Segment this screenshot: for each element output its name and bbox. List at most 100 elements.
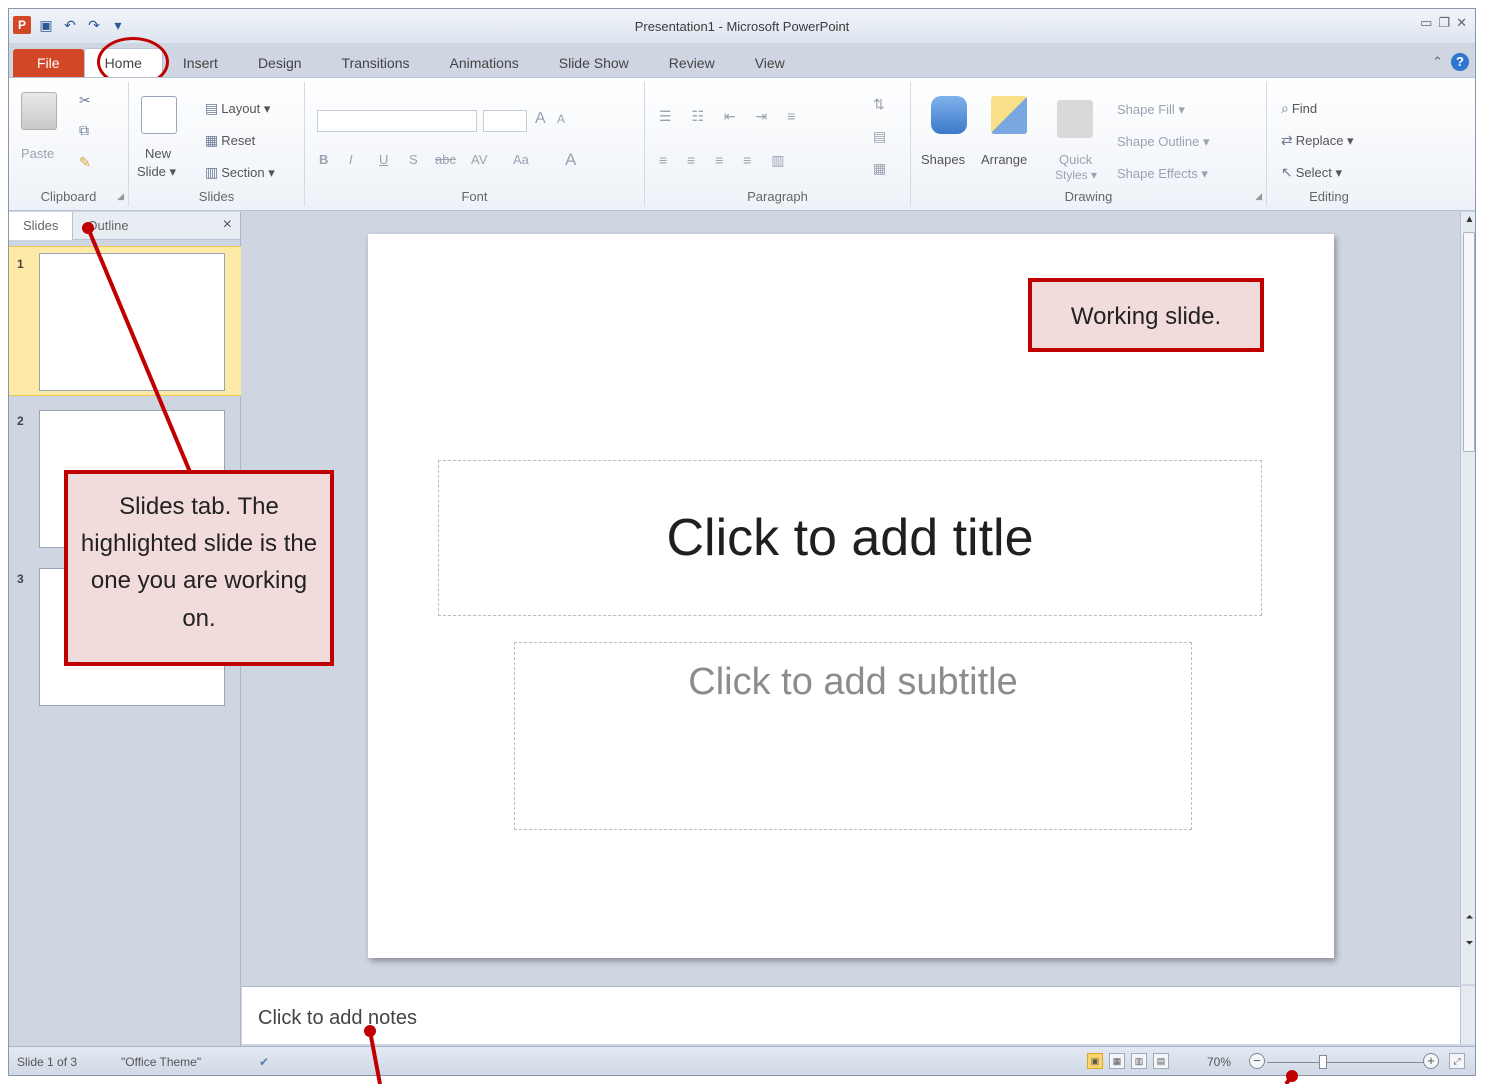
smartart-icon[interactable]: ▦ [873,160,886,177]
next-slide-icon[interactable]: ⏷ [1461,938,1475,949]
bold-button[interactable]: B [319,152,328,167]
shrink-font-button[interactable]: A [557,112,565,126]
quick-styles-icon[interactable] [1057,100,1093,138]
group-editing: ⌕ Find ⇄ Replace ▾ ↖ Select ▾ Editing [1267,82,1391,206]
select-button[interactable]: ↖ Select ▾ [1281,164,1342,181]
restore-icon[interactable]: ❐ [1438,15,1450,31]
select-label: Select ▾ [1295,164,1343,180]
shadow-button[interactable]: S [409,152,418,167]
quick-styles-label-1[interactable]: Quick [1059,152,1092,167]
tab-file[interactable]: File [13,49,84,77]
ribbon-right-controls: ⌃ ? [1432,53,1469,71]
tab-animations[interactable]: Animations [429,49,538,77]
font-size-combo[interactable] [483,110,527,132]
notes-placeholder[interactable]: Click to add notes [258,1007,417,1030]
new-slide-label-1[interactable]: New [145,146,171,161]
title-bar: P ▣ ↶ ↷ ▾ Presentation1 - Microsoft Powe… [9,9,1475,43]
dialog-launcher-icon[interactable]: ◢ [117,191,124,202]
underline-button[interactable]: U [379,152,388,167]
close-pane-icon[interactable]: × [223,216,232,234]
copy-icon[interactable]: ⧉ [79,122,89,139]
slide-counter: Slide 1 of 3 [17,1055,78,1069]
slide-number: 1 [17,257,24,271]
shape-outline-button[interactable]: Shape Outline ▾ [1117,134,1210,150]
section-button[interactable]: ▥ Section ▾ [205,164,275,181]
zoom-out-button[interactable]: − [1249,1053,1265,1069]
tab-outline[interactable]: Outline [73,212,142,240]
reset-button[interactable]: ▦ Reset [205,132,255,149]
tab-slides[interactable]: Slides [9,211,74,240]
theme-name[interactable]: "Office Theme" [121,1055,201,1069]
align-text-icon[interactable]: ▤ [873,128,886,145]
italic-button[interactable]: I [349,152,353,167]
paste-icon[interactable] [21,92,57,130]
format-painter-icon[interactable]: ✎ [79,154,91,171]
subtitle-placeholder[interactable]: Click to add subtitle [514,642,1192,830]
minimize-icon[interactable]: ▭ [1420,15,1432,31]
alignment-buttons[interactable]: ≡ ≡ ≡ ≡ ▥ [659,152,792,169]
normal-view-icon[interactable]: ▣ [1087,1053,1103,1069]
close-icon[interactable]: ✕ [1456,15,1467,31]
ribbon-collapse-icon[interactable]: ⌃ [1432,54,1443,70]
tab-slide-show[interactable]: Slide Show [539,49,649,77]
tab-view[interactable]: View [735,49,805,77]
arrange-button[interactable]: Arrange [981,152,1027,167]
drawing-launcher-icon[interactable]: ◢ [1255,191,1262,202]
reset-label: Reset [221,133,256,148]
char-spacing-button[interactable]: AV [471,152,487,167]
status-bar: Slide 1 of 3 "Office Theme" ✔ ▣ ▦ ▥ ▤ 70… [9,1046,1475,1075]
change-case-button[interactable]: Aa [513,152,529,167]
layout-button[interactable]: ▤ Layout ▾ [205,100,270,117]
tab-review[interactable]: Review [649,49,735,77]
zoom-slider-thumb[interactable] [1319,1055,1327,1069]
bullets-numbering-buttons[interactable]: ☰ ☷ ⇤ ⇥ ≡ [659,108,803,125]
group-paragraph: ☰ ☷ ⇤ ⇥ ≡ ≡ ≡ ≡ ≡ ▥ ⇅ ▤ ▦ Paragraph [645,82,911,206]
shapes-button[interactable]: Shapes [921,152,965,167]
arrange-icon[interactable] [991,96,1027,134]
tab-transitions[interactable]: Transitions [322,49,430,77]
group-label-drawing: Drawing [1064,189,1113,204]
shape-fill-button[interactable]: Shape Fill ▾ [1117,102,1185,118]
layout-label: Layout ▾ [221,100,271,116]
new-slide-label-2[interactable]: Slide ▾ [137,164,176,180]
shapes-icon[interactable] [931,96,967,134]
grow-font-button[interactable]: A [535,110,546,128]
notes-scrollbar[interactable] [1460,986,1475,1044]
tab-insert[interactable]: Insert [163,49,238,77]
tab-design[interactable]: Design [238,49,322,77]
scroll-thumb[interactable] [1463,232,1475,452]
slide-number: 3 [17,572,24,586]
paste-button[interactable]: Paste [21,146,54,161]
help-icon[interactable]: ? [1451,53,1469,71]
new-slide-icon[interactable] [141,96,177,134]
working-slide-callout: Working slide. [1028,278,1264,352]
group-label-clipboard: Clipboard [40,189,97,204]
shape-effects-button[interactable]: Shape Effects ▾ [1117,166,1208,182]
find-button[interactable]: ⌕ Find [1281,100,1317,117]
fit-window-icon[interactable]: ⤢ [1449,1053,1465,1069]
spell-check-icon[interactable]: ✔ [259,1055,269,1069]
vertical-scrollbar[interactable]: ▲ ⏶ ⏷ [1460,212,1475,984]
title-placeholder[interactable]: Click to add title [438,460,1262,616]
slideshow-icon[interactable]: ▤ [1153,1053,1169,1069]
zoom-level[interactable]: 70% [1207,1055,1231,1069]
scroll-up-icon[interactable]: ▲ [1461,214,1475,225]
zoom-in-button[interactable]: + [1423,1053,1439,1069]
cut-icon[interactable]: ✂ [79,92,91,109]
strikethrough-button[interactable]: abc [435,152,456,167]
replace-button[interactable]: ⇄ Replace ▾ [1281,132,1354,149]
previous-slide-icon[interactable]: ⏶ [1461,912,1475,923]
slide-sorter-icon[interactable]: ▦ [1109,1053,1125,1069]
font-color-button[interactable]: A [565,150,576,170]
slide-thumbnail-1[interactable]: 1 [9,246,241,396]
text-direction-icon[interactable]: ⇅ [873,96,885,113]
replace-icon: ⇄ [1281,132,1293,148]
tab-home[interactable]: Home [83,48,163,77]
reading-view-icon[interactable]: ▥ [1131,1053,1147,1069]
font-name-combo[interactable] [317,110,477,132]
notes-pane[interactable]: Click to add notes [242,986,1460,1044]
find-icon: ⌕ [1281,100,1289,116]
zoom-slider-track[interactable] [1267,1062,1437,1063]
quick-styles-label-2[interactable]: Styles ▾ [1055,168,1097,182]
slides-tab-callout: Slides tab. The highlighted slide is the… [64,470,334,666]
